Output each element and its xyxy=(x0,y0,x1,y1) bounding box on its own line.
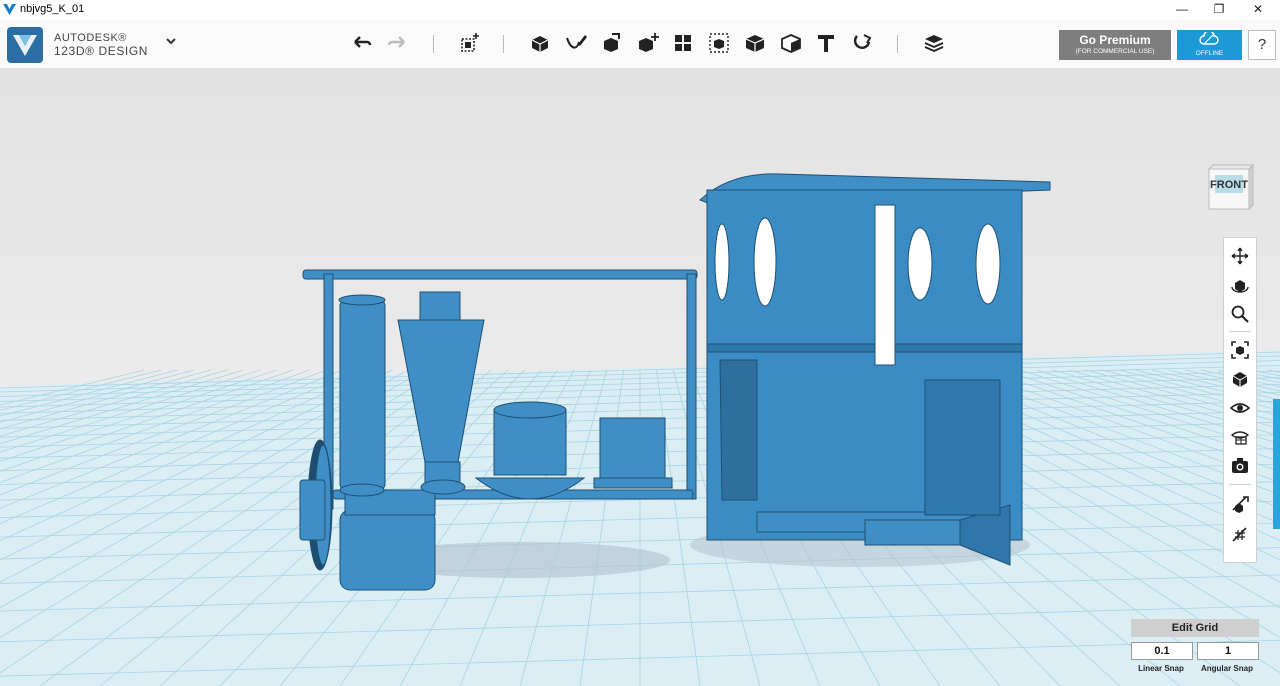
fit-icon[interactable] xyxy=(1230,340,1250,360)
visibility-icon[interactable] xyxy=(1230,398,1250,418)
chevron-down-icon[interactable] xyxy=(164,34,178,48)
orbit-icon[interactable] xyxy=(1230,275,1250,295)
ground-grid xyxy=(0,350,1280,686)
offline-button[interactable]: OFFLINE xyxy=(1177,30,1242,60)
view-cube-face-label: FRONT xyxy=(1210,179,1248,191)
window-title: nbjvg5_K_01 xyxy=(20,3,85,15)
3d-viewport[interactable]: FRONT Edit Grid 0.1 1 Linear Snap Angula… xyxy=(0,69,1280,686)
pattern-icon[interactable] xyxy=(635,30,661,56)
view-cube[interactable]: FRONT xyxy=(1205,161,1257,213)
scene-canvas xyxy=(0,69,1280,686)
toolbar-separator xyxy=(897,35,898,53)
material-icon[interactable] xyxy=(778,30,804,56)
zoom-icon[interactable] xyxy=(1230,304,1250,324)
redo-icon[interactable] xyxy=(384,30,410,56)
group-icon[interactable] xyxy=(670,30,696,56)
edit-grid-panel: Edit Grid 0.1 1 Linear Snap Angular Snap xyxy=(1131,619,1259,679)
navigation-bar xyxy=(1223,237,1257,563)
snap-icon[interactable] xyxy=(849,30,875,56)
side-panel-tab[interactable] xyxy=(1273,399,1280,529)
angular-snap-input[interactable]: 1 xyxy=(1197,642,1259,660)
cloud-sync-icon xyxy=(1199,32,1219,45)
logo-icon xyxy=(13,35,37,56)
primitives-icon[interactable] xyxy=(456,30,482,56)
brand-product: 123D® DESIGN xyxy=(54,44,149,58)
screenshot-icon[interactable] xyxy=(1230,456,1250,476)
title-bar: nbjvg5_K_01 — ❐ ✕ xyxy=(0,0,1280,20)
angular-snap-label: Angular Snap xyxy=(1200,664,1253,673)
premium-subtitle: (FOR COMMERCIAL USE) xyxy=(1075,48,1155,55)
construct-icon[interactable] xyxy=(563,30,589,56)
app-icon xyxy=(3,4,16,15)
modify-icon[interactable] xyxy=(599,30,625,56)
close-button[interactable]: ✕ xyxy=(1238,0,1278,20)
pan-icon[interactable] xyxy=(1230,246,1250,266)
go-premium-button[interactable]: Go Premium (FOR COMMERCIAL USE) xyxy=(1059,30,1171,60)
grid-toggle-icon[interactable] xyxy=(1230,525,1250,545)
nav-separator xyxy=(1229,484,1251,485)
toolbar-separator xyxy=(433,35,434,53)
snap-toggle-icon[interactable] xyxy=(1230,494,1250,514)
materials-icon[interactable] xyxy=(1230,427,1250,447)
undo-icon[interactable] xyxy=(349,30,375,56)
layers-icon[interactable] xyxy=(921,30,947,56)
premium-title: Go Premium xyxy=(1079,33,1151,47)
text-icon[interactable] xyxy=(813,30,839,56)
maximize-button[interactable]: ❐ xyxy=(1199,0,1239,20)
main-toolbar: AUTODESK® 123D® DESIGN Go Premium (FOR C… xyxy=(0,20,1280,69)
nav-separator xyxy=(1229,331,1251,332)
toolbar-separator xyxy=(503,35,504,53)
brand-autodesk: AUTODESK® xyxy=(54,32,127,44)
sketch-icon[interactable] xyxy=(527,30,553,56)
combine-icon[interactable] xyxy=(706,30,732,56)
offline-label: OFFLINE xyxy=(1195,50,1224,57)
linear-snap-label: Linear Snap xyxy=(1138,664,1184,673)
measure-icon[interactable] xyxy=(742,30,768,56)
minimize-button[interactable]: — xyxy=(1162,0,1202,20)
help-button[interactable]: ? xyxy=(1248,30,1276,60)
app-menu-logo[interactable] xyxy=(7,27,43,63)
linear-snap-input[interactable]: 0.1 xyxy=(1131,642,1193,660)
view-mode-icon[interactable] xyxy=(1230,369,1250,389)
edit-grid-button[interactable]: Edit Grid xyxy=(1131,619,1259,637)
